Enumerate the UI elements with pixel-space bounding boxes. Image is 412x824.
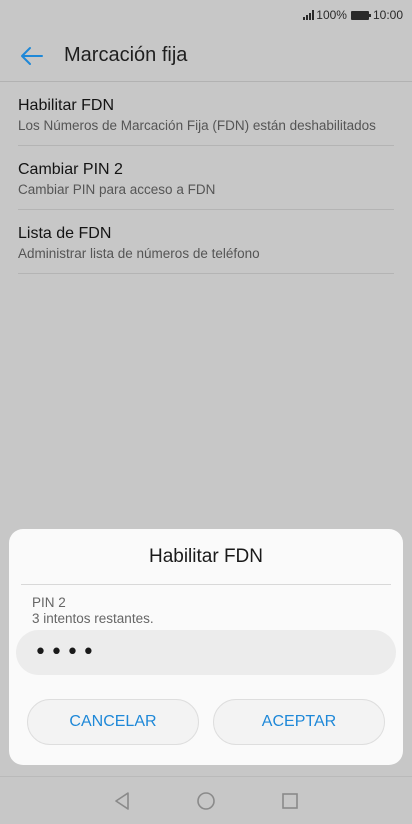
accept-button[interactable]: ACEPTAR xyxy=(213,699,385,745)
settings-item-cambiar-pin2[interactable]: Cambiar PIN 2 Cambiar PIN para acceso a … xyxy=(18,146,394,210)
app-bar: Marcación fija xyxy=(0,30,412,82)
settings-item-subtitle: Administrar lista de números de teléfono xyxy=(18,246,260,261)
triangle-back-icon xyxy=(115,791,129,810)
settings-item-title: Lista de FDN xyxy=(18,225,112,242)
cancel-button[interactable]: CANCELAR xyxy=(27,699,199,745)
settings-item-title: Cambiar PIN 2 xyxy=(18,161,123,178)
navigation-bar xyxy=(0,776,412,824)
pin-label: PIN 2 3 intentos restantes. xyxy=(32,595,154,627)
settings-item-subtitle: Cambiar PIN para acceso a FDN xyxy=(18,182,216,197)
dialog-title: Habilitar FDN xyxy=(148,545,264,567)
pin-label-name: PIN 2 xyxy=(32,595,66,610)
attempts-remaining: 3 intentos restantes. xyxy=(32,611,154,626)
status-bar: 100% 10:00 xyxy=(0,0,412,30)
nav-back-button[interactable] xyxy=(111,790,133,812)
nav-home-button[interactable] xyxy=(195,790,217,812)
pin-input[interactable] xyxy=(16,630,396,675)
square-recents-icon xyxy=(282,792,298,809)
settings-item-habilitar-fdn[interactable]: Habilitar FDN Los Números de Marcación F… xyxy=(18,82,394,146)
battery-percent: 100% xyxy=(316,8,347,22)
nav-recents-button[interactable] xyxy=(279,790,301,812)
signal-icon xyxy=(303,10,315,20)
settings-item-lista-fdn[interactable]: Lista de FDN Administrar lista de número… xyxy=(18,210,394,274)
page-title: Marcación fija xyxy=(64,44,188,66)
pin-dialog: Habilitar FDN PIN 2 3 intentos restantes… xyxy=(9,529,403,765)
dialog-divider xyxy=(21,584,391,585)
settings-item-title: Habilitar FDN xyxy=(18,97,115,114)
settings-item-subtitle: Los Números de Marcación Fija (FDN) está… xyxy=(18,118,376,133)
settings-list: Habilitar FDN Los Números de Marcación F… xyxy=(18,82,394,274)
circle-home-icon xyxy=(197,791,215,810)
battery-icon xyxy=(350,10,371,20)
status-time: 10:00 xyxy=(372,8,403,22)
arrow-left-icon xyxy=(21,46,43,65)
back-button[interactable] xyxy=(18,42,46,70)
